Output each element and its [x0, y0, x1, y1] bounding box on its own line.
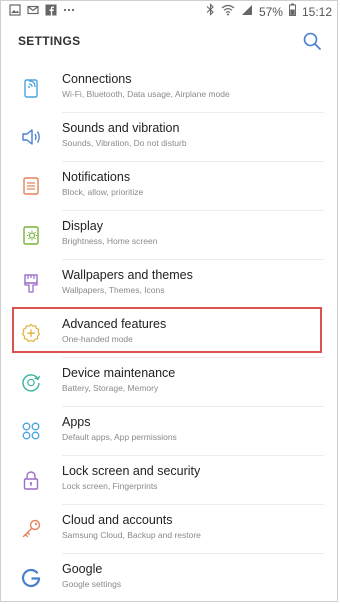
- signal-icon: [241, 4, 253, 20]
- speaker-icon: [22, 129, 40, 145]
- notifications-icon: [23, 177, 39, 195]
- page-title: SETTINGS: [18, 34, 81, 48]
- battery-icon: [288, 3, 296, 20]
- image-icon: [8, 3, 21, 16]
- display-icon: [23, 226, 39, 245]
- item-title: Device maintenance: [62, 366, 176, 380]
- item-subtitle: Brightness, Home screen: [62, 236, 158, 246]
- item-subtitle: Wi-Fi, Bluetooth, Data usage, Airplane m…: [62, 89, 230, 99]
- status-left-icons: [8, 3, 75, 16]
- item-title: Apps: [62, 415, 91, 429]
- item-subtitle: Battery, Storage, Memory: [62, 383, 159, 393]
- apps-icon: [22, 422, 40, 440]
- settings-item-lock-screen[interactable]: Lock screen and security Lock screen, Fi…: [0, 456, 340, 505]
- settings-item-cloud-accounts[interactable]: Cloud and accounts Samsung Cloud, Backup…: [0, 505, 340, 554]
- item-subtitle: Samsung Cloud, Backup and restore: [62, 530, 201, 540]
- settings-item-device-maintenance[interactable]: Device maintenance Battery, Storage, Mem…: [0, 358, 340, 407]
- clock: 15:12: [301, 4, 332, 19]
- status-right: 57% 15:12: [206, 3, 332, 20]
- lock-icon: [23, 471, 39, 490]
- item-subtitle: Sounds, Vibration, Do not disturb: [62, 138, 187, 148]
- item-subtitle: Google settings: [62, 579, 122, 589]
- search-button[interactable]: [302, 31, 322, 51]
- item-subtitle: Block, allow, prioritize: [62, 187, 144, 197]
- settings-item-connections[interactable]: Connections Wi-Fi, Bluetooth, Data usage…: [0, 64, 340, 113]
- status-bar: 57% 15:12: [0, 0, 340, 22]
- settings-item-apps[interactable]: Apps Default apps, App permissions: [0, 407, 340, 456]
- item-title: Wallpapers and themes: [62, 268, 193, 282]
- settings-item-notifications[interactable]: Notifications Block, allow, prioritize: [0, 162, 340, 211]
- mail-icon: [26, 3, 39, 16]
- item-title: Cloud and accounts: [62, 513, 173, 527]
- google-icon: [21, 568, 41, 588]
- search-icon: [303, 32, 321, 50]
- bluetooth-icon: [206, 3, 215, 20]
- settings-item-display[interactable]: Display Brightness, Home screen: [0, 211, 340, 260]
- item-title: Sounds and vibration: [62, 121, 180, 135]
- brush-icon: [24, 274, 38, 293]
- settings-item-wallpapers[interactable]: Wallpapers and themes Wallpapers, Themes…: [0, 260, 340, 309]
- maintenance-icon: [22, 374, 41, 392]
- app-bar: SETTINGS: [0, 22, 340, 62]
- item-title: Display: [62, 219, 103, 233]
- wifi-icon: [221, 4, 235, 20]
- item-subtitle: Lock screen, Fingerprints: [62, 481, 158, 491]
- item-title: Google: [62, 562, 103, 576]
- key-icon: [22, 519, 41, 538]
- battery-percent: 57%: [258, 4, 283, 19]
- highlight-box: [12, 307, 322, 353]
- item-title: Lock screen and security: [62, 464, 201, 478]
- connections-icon: [24, 79, 38, 98]
- item-title: Notifications: [62, 170, 131, 184]
- item-subtitle: Default apps, App permissions: [62, 432, 177, 442]
- item-subtitle: Wallpapers, Themes, Icons: [62, 285, 165, 295]
- settings-item-google[interactable]: Google Google settings: [0, 554, 340, 603]
- facebook-icon: [44, 3, 57, 16]
- item-title: Connections: [62, 72, 132, 86]
- settings-item-sounds[interactable]: Sounds and vibration Sounds, Vibration, …: [0, 113, 340, 162]
- more-icon: [62, 3, 75, 16]
